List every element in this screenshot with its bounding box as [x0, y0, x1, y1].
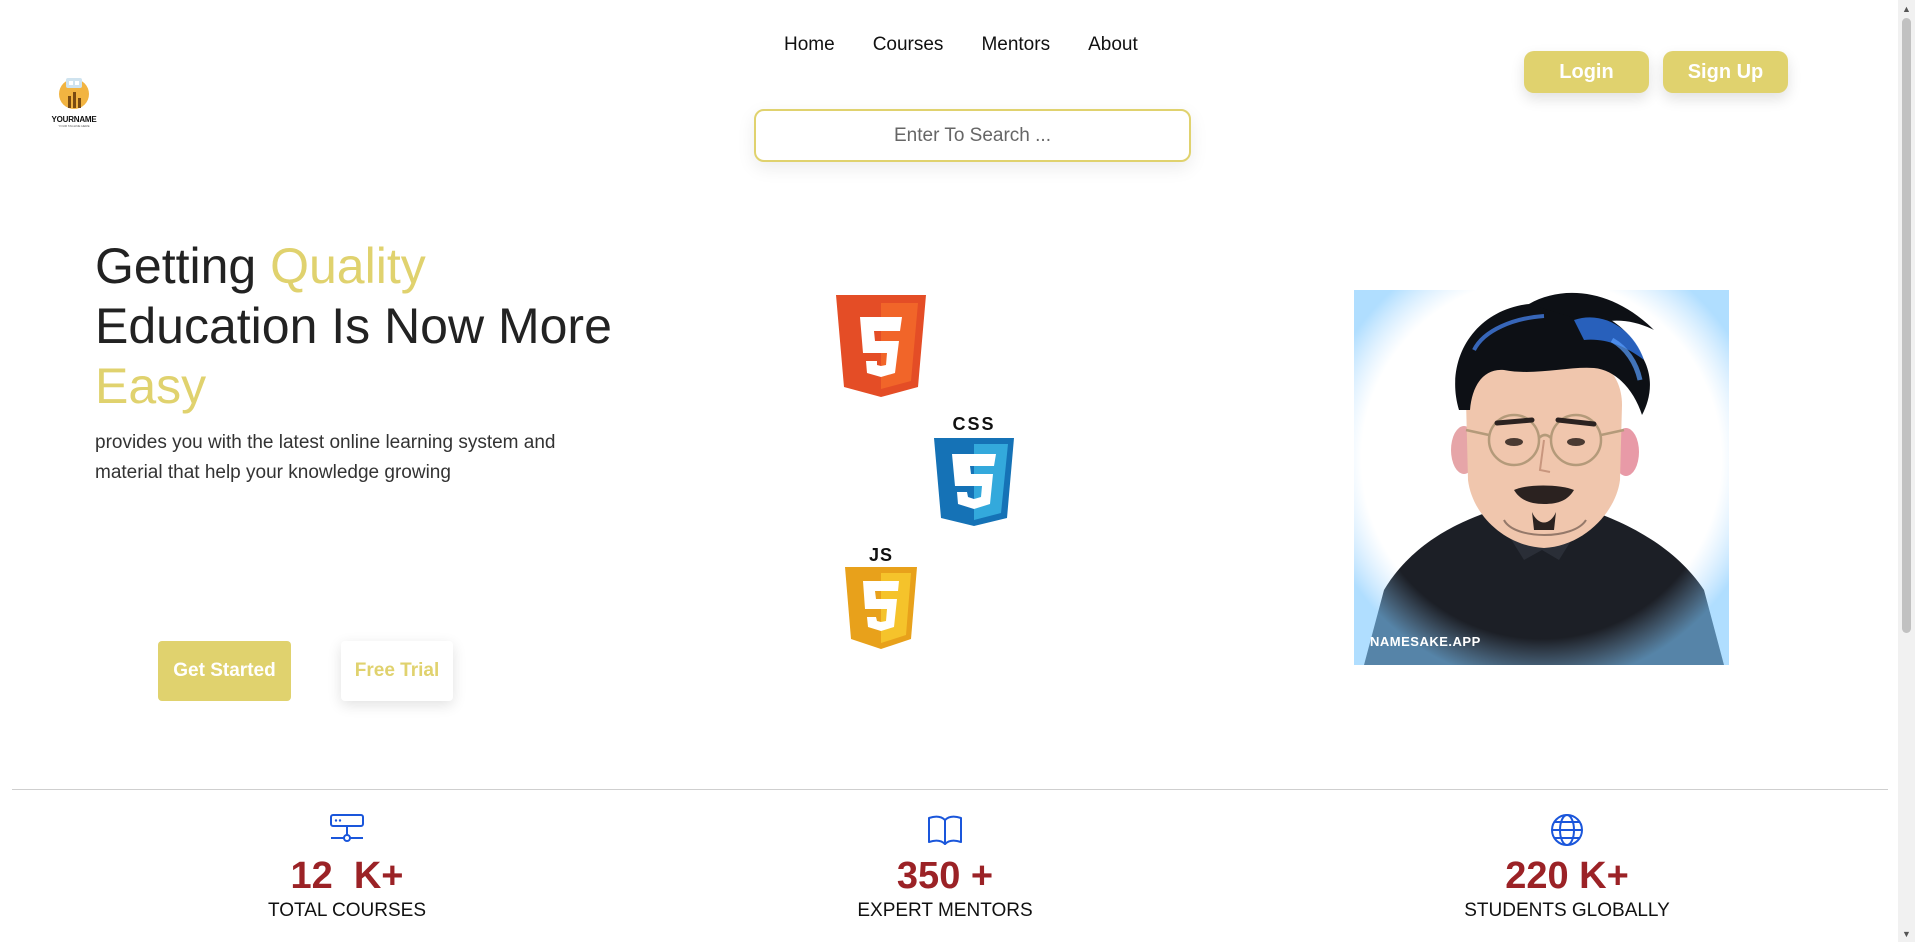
- page-scrollbar[interactable]: ▲ ▼: [1898, 0, 1915, 942]
- nav-courses[interactable]: Courses: [873, 34, 944, 56]
- search-input[interactable]: [756, 124, 1189, 147]
- book-icon: [928, 815, 962, 845]
- portrait-watermark: NAMESAKE.APP: [1370, 634, 1481, 649]
- stat-label: TOTAL COURSES: [267, 900, 426, 921]
- stat-total-courses: 12 K+ TOTAL COURSES: [217, 812, 477, 922]
- brand-tagline: YOUR TAGLINE HERE: [58, 124, 90, 128]
- auth-buttons: Login Sign Up: [1524, 51, 1788, 93]
- stat-label: EXPERT MENTORS: [857, 900, 1033, 921]
- hero-title-accent-quality: Quality: [270, 238, 426, 294]
- globe-icon: [1551, 814, 1583, 846]
- hero-title-accent-easy: Easy: [95, 358, 207, 414]
- signup-button[interactable]: Sign Up: [1663, 51, 1788, 93]
- js-label: JS: [869, 545, 893, 565]
- css-label: CSS: [952, 414, 995, 434]
- stat-value: 350 +: [896, 855, 994, 897]
- free-trial-button[interactable]: Free Trial: [341, 641, 453, 701]
- scrollbar-thumb[interactable]: [1902, 18, 1911, 633]
- scroll-down-icon[interactable]: ▼: [1898, 925, 1915, 942]
- logo-mascot-icon: [59, 78, 89, 109]
- mentor-portrait: NAMESAKE.APP: [1354, 290, 1729, 665]
- get-started-button[interactable]: Get Started: [158, 641, 291, 701]
- brand-name: YOURNAME: [51, 115, 97, 124]
- nav-home[interactable]: Home: [784, 34, 835, 56]
- search-box: [754, 109, 1191, 162]
- stat-value: 220 K+: [1505, 855, 1629, 897]
- hero-title-part2: Education Is Now More: [95, 298, 612, 354]
- hero-title: Getting Quality Education Is Now More Ea…: [95, 236, 615, 416]
- server-icon: [330, 814, 364, 842]
- stat-value: 12 K+: [290, 855, 404, 897]
- css3-icon: CSS: [934, 414, 1014, 526]
- hero-subtitle: provides you with the latest online lear…: [95, 432, 556, 483]
- portrait-image: [1354, 290, 1729, 665]
- brand-logo[interactable]: YOURNAME YOUR TAGLINE HERE: [48, 74, 100, 134]
- html5-icon: [836, 295, 926, 397]
- stat-expert-mentors: 350 + EXPERT MENTORS: [815, 812, 1075, 922]
- stat-label: STUDENTS GLOBALLY: [1464, 900, 1670, 921]
- stat-students-globally: 220 K+ STUDENTS GLOBALLY: [1437, 812, 1697, 922]
- nav-about[interactable]: About: [1088, 34, 1138, 56]
- main-nav: Home Courses Mentors About: [784, 34, 1138, 56]
- section-divider: [12, 789, 1888, 790]
- javascript-icon: JS: [845, 545, 917, 649]
- login-button[interactable]: Login: [1524, 51, 1649, 93]
- scroll-up-icon[interactable]: ▲: [1898, 0, 1915, 17]
- nav-mentors[interactable]: Mentors: [981, 34, 1050, 56]
- hero-title-part1: Getting: [95, 238, 271, 294]
